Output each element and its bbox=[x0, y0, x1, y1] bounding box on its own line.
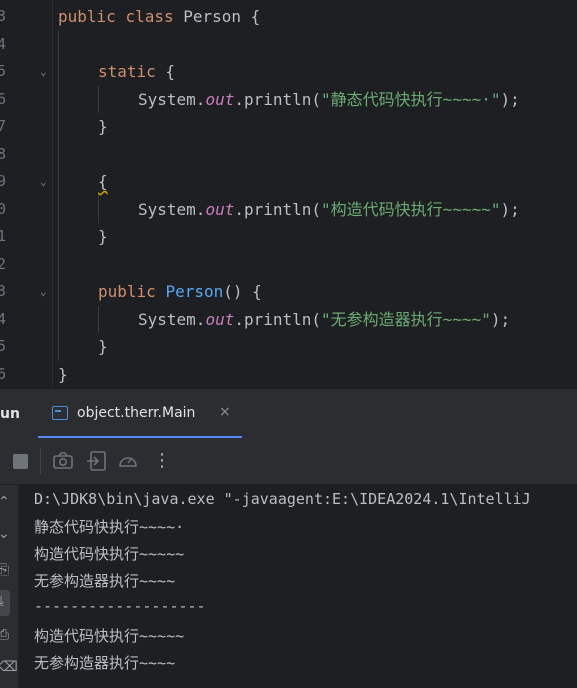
print-icon[interactable]: ⎙ bbox=[0, 627, 10, 643]
line-number: 9 bbox=[0, 172, 7, 190]
console-line: 静态代码快执行~~~~· bbox=[34, 518, 185, 536]
line-number: 3 bbox=[0, 282, 7, 300]
login-icon[interactable] bbox=[85, 450, 107, 472]
line-number: 3 bbox=[0, 7, 7, 25]
code-line[interactable]: } bbox=[58, 361, 68, 388]
code-line[interactable]: } bbox=[98, 223, 108, 250]
code-line[interactable]: System.out.println("无参构造器执行~~~~"); bbox=[138, 306, 510, 333]
line-number: 6 bbox=[0, 365, 7, 383]
gutter-separator bbox=[52, 0, 53, 388]
line-number: 5 bbox=[0, 62, 7, 80]
code-line[interactable]: System.out.println("静态代码快执行~~~~·"); bbox=[138, 86, 520, 113]
clear-icon[interactable]: ⌫ bbox=[0, 659, 18, 675]
indent-guide bbox=[58, 31, 59, 361]
code-line[interactable]: public Person() { bbox=[98, 278, 262, 305]
console-line: 无参构造器执行~~~~ bbox=[34, 572, 176, 590]
camera-icon[interactable] bbox=[52, 450, 74, 472]
fold-chevron-icon[interactable]: ⌄ bbox=[40, 278, 52, 305]
stop-icon[interactable] bbox=[13, 454, 28, 469]
run-config-tab[interactable]: object.therr.Main × bbox=[38, 389, 242, 439]
more-options-icon[interactable]: ⋮ bbox=[153, 450, 171, 471]
code-line[interactable]: } bbox=[98, 333, 108, 360]
line-number: 5 bbox=[0, 337, 7, 355]
code-line[interactable]: public class Person { bbox=[58, 3, 260, 30]
console-separator-line: ------------------- bbox=[34, 597, 206, 615]
line-number: 4 bbox=[0, 310, 7, 328]
code-line[interactable]: static { bbox=[98, 58, 175, 85]
code-editor[interactable]: 3 4 5 6 7 8 9 0 1 2 3 4 5 6 ⌄ ⌄ ⌄ public… bbox=[0, 0, 577, 388]
run-tool-window-title: un bbox=[0, 406, 20, 422]
scroll-up-icon[interactable]: ⌃ bbox=[0, 494, 10, 510]
code-line[interactable]: } bbox=[98, 113, 108, 140]
indent-guide bbox=[98, 86, 99, 113]
indent-guide bbox=[98, 306, 99, 333]
console-line: 无参构造器执行~~~~ bbox=[34, 654, 176, 672]
line-number: 7 bbox=[0, 117, 7, 135]
line-number: 1 bbox=[0, 227, 7, 245]
code-line[interactable]: System.out.println("构造代码快执行~~~~~"); bbox=[138, 196, 520, 223]
console-side-toolbar bbox=[0, 485, 18, 688]
fold-chevron-icon[interactable]: ⌄ bbox=[40, 58, 52, 85]
scroll-down-icon[interactable]: ⌄ bbox=[0, 526, 10, 542]
console-line: 构造代码快执行~~~~~ bbox=[34, 545, 185, 563]
console-line: 构造代码快执行~~~~~ bbox=[34, 627, 185, 645]
run-tab-label: object.therr.Main bbox=[77, 405, 196, 421]
gauge-icon[interactable] bbox=[117, 450, 139, 472]
run-toolbar: ⋮ bbox=[0, 438, 577, 485]
application-window-icon bbox=[52, 406, 68, 420]
line-number: 8 bbox=[0, 145, 7, 163]
soft-wrap-icon[interactable]: ⎘ bbox=[0, 562, 10, 578]
close-icon[interactable]: × bbox=[219, 404, 231, 420]
code-line[interactable]: { bbox=[98, 168, 108, 195]
fold-chevron-icon[interactable]: ⌄ bbox=[40, 168, 52, 195]
run-tool-window-header: un object.therr.Main × bbox=[0, 388, 577, 439]
console-output[interactable]: D:\JDK8\bin\java.exe "-javaagent:E:\IDEA… bbox=[0, 485, 577, 688]
line-number: 4 bbox=[0, 35, 7, 53]
indent-guide bbox=[98, 196, 99, 223]
line-number: 0 bbox=[0, 200, 7, 218]
toolbar-divider bbox=[40, 448, 41, 474]
line-number: 2 bbox=[0, 255, 7, 273]
line-number: 6 bbox=[0, 90, 7, 108]
console-line: D:\JDK8\bin\java.exe "-javaagent:E:\IDEA… bbox=[34, 490, 531, 508]
scroll-to-end-icon[interactable]: ⤓ bbox=[0, 593, 10, 609]
